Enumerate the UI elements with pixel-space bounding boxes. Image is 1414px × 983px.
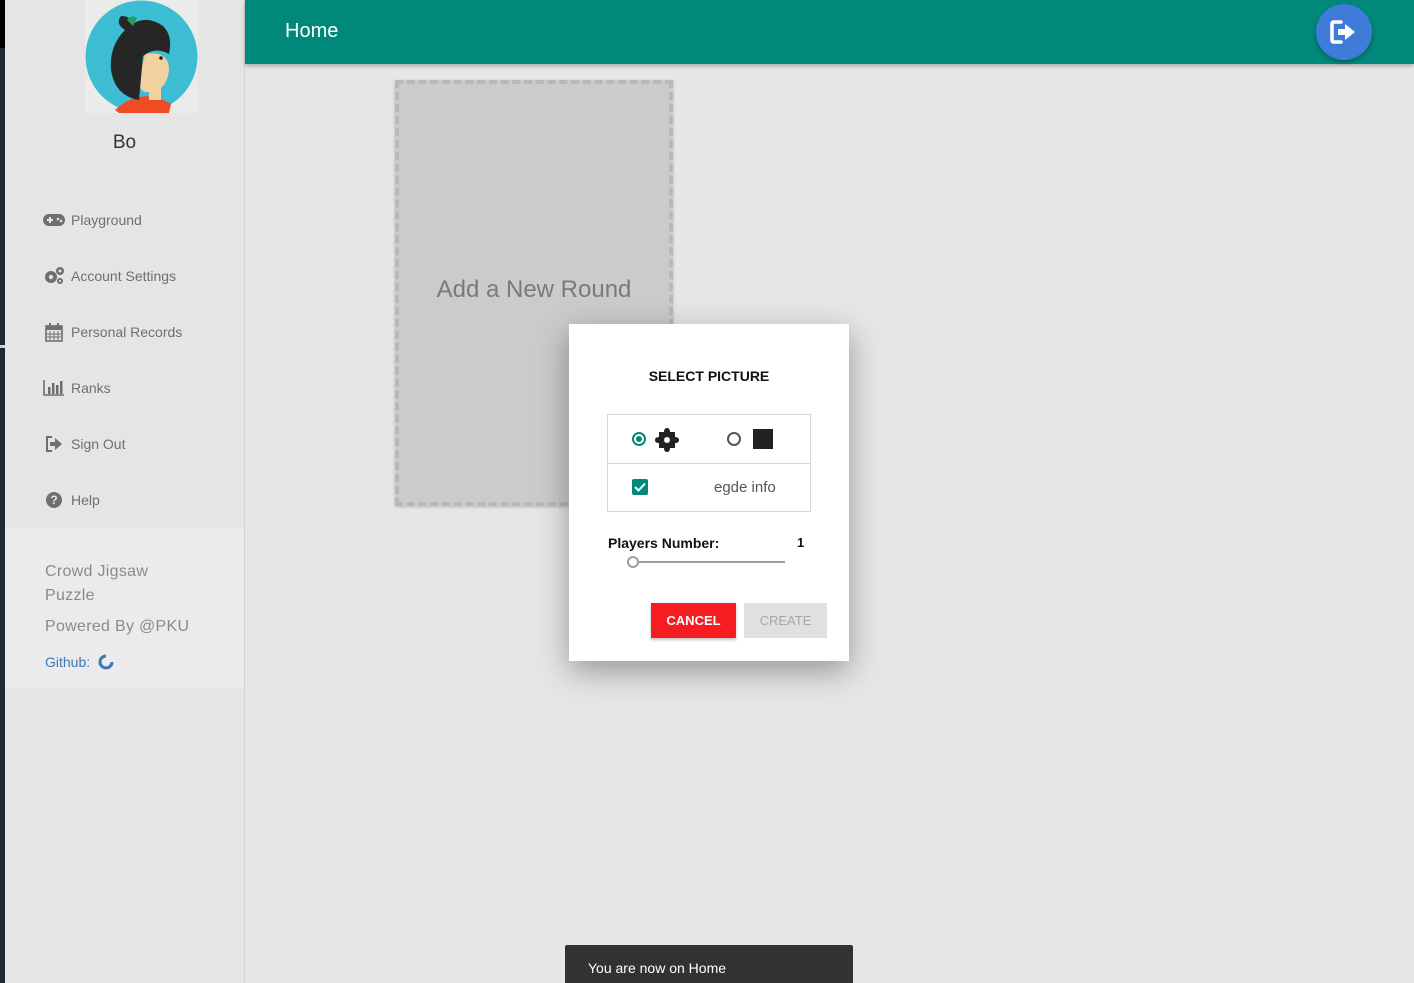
sidebar-item-label: Sign Out — [71, 436, 126, 452]
calendar-icon — [43, 322, 65, 342]
avatar — [85, 0, 198, 113]
divider — [608, 463, 810, 464]
github-link[interactable]: Github: — [45, 653, 115, 671]
puzzle-piece-icon[interactable] — [654, 427, 680, 458]
players-slider-thumb[interactable] — [627, 556, 639, 568]
sidebar-item-playground[interactable]: Playground — [43, 208, 142, 232]
gamepad-icon — [43, 210, 65, 230]
powered-by: Powered By @PKU — [45, 618, 190, 635]
sign-out-icon — [43, 434, 65, 454]
picture-option-radio-selected[interactable] — [632, 432, 646, 446]
logout-fab-button[interactable] — [1316, 4, 1372, 60]
players-number-label: Players Number: — [608, 535, 720, 551]
picture-options: egde info — [607, 414, 811, 512]
select-picture-dialog: SELECT PICTURE egde info Players Number:… — [569, 324, 849, 661]
edge-info-checkbox[interactable] — [632, 479, 648, 495]
sidebar-item-label: Personal Records — [71, 324, 183, 340]
players-number-value: 1 — [797, 535, 805, 550]
page-title: Home — [285, 20, 339, 42]
square-icon[interactable] — [753, 429, 773, 449]
sidebar: Bo Playground Account Settings Personal … — [5, 0, 245, 983]
sidebar-item-sign-out[interactable]: Sign Out — [43, 432, 125, 456]
loading-spinner-icon — [98, 654, 114, 670]
sign-out-icon — [1330, 20, 1355, 44]
sidebar-item-ranks[interactable]: Ranks — [43, 376, 111, 400]
svg-text:?: ? — [50, 493, 57, 507]
cancel-button[interactable]: CANCEL — [651, 603, 736, 638]
sidebar-item-help[interactable]: ? Help — [43, 488, 100, 512]
sidebar-item-account-settings[interactable]: Account Settings — [43, 264, 176, 288]
sidebar-footer: Crowd Jigsaw Puzzle Powered By @PKU Gith… — [5, 528, 244, 688]
bar-chart-icon — [43, 378, 65, 398]
gears-icon — [43, 266, 65, 286]
snackbar: You are now on Home — [565, 945, 853, 983]
sidebar-item-label: Playground — [71, 212, 142, 228]
dialog-title: SELECT PICTURE — [648, 368, 770, 384]
github-label: Github: — [45, 654, 91, 670]
app-name: Crowd Jigsaw Puzzle — [45, 563, 149, 604]
edge-info-label: egde info — [714, 479, 776, 496]
players-slider-track[interactable] — [631, 561, 785, 563]
sidebar-item-personal-records[interactable]: Personal Records — [43, 320, 182, 344]
sidebar-item-label: Account Settings — [71, 268, 177, 284]
question-circle-icon: ? — [43, 490, 65, 510]
add-round-label: Add a New Round — [436, 276, 632, 303]
picture-option-radio[interactable] — [727, 432, 741, 446]
create-button[interactable]: CREATE — [744, 603, 827, 638]
sidebar-item-label: Help — [71, 492, 100, 508]
check-icon — [634, 482, 646, 492]
app-header: Home — [245, 0, 1414, 64]
snackbar-text: You are now on Home — [588, 960, 727, 976]
username: Bo — [112, 132, 137, 153]
sidebar-item-label: Ranks — [71, 380, 111, 396]
